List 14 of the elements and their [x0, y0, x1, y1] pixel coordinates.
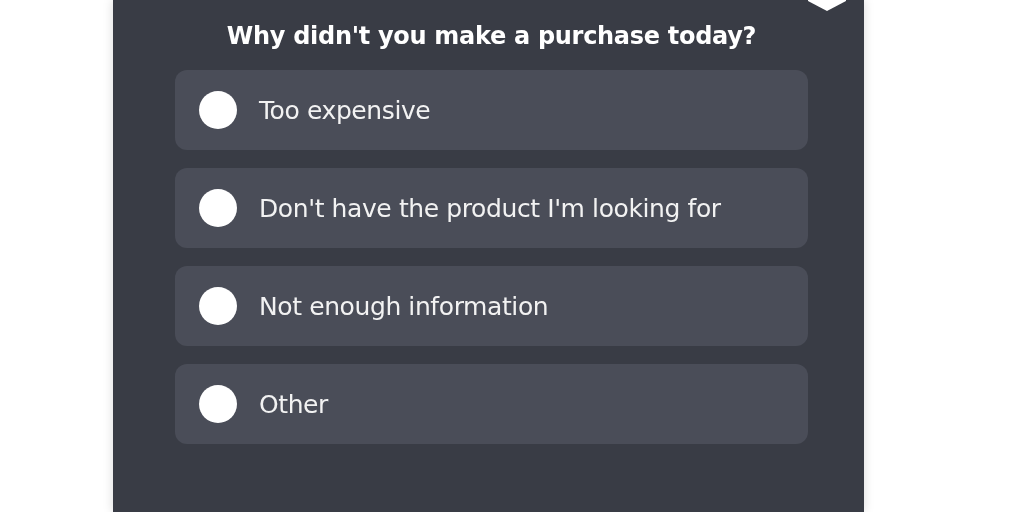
question-title: Why didn't you make a purchase today? — [225, 22, 758, 50]
radio-button[interactable] — [199, 385, 237, 423]
radio-button[interactable] — [199, 189, 237, 227]
hexagon-icon[interactable] — [808, 0, 846, 11]
answer-option[interactable]: Other — [175, 364, 808, 444]
radio-button[interactable] — [199, 287, 237, 325]
answer-option[interactable]: Not enough information — [175, 266, 808, 346]
answer-option[interactable]: Too expensive — [175, 70, 808, 150]
option-label: Not enough information — [259, 291, 549, 321]
answer-option[interactable]: Don't have the product I'm looking for — [175, 168, 808, 248]
option-label: Too expensive — [259, 95, 431, 125]
option-label: Other — [259, 389, 328, 419]
option-label: Don't have the product I'm looking for — [259, 193, 721, 223]
radio-button[interactable] — [199, 91, 237, 129]
